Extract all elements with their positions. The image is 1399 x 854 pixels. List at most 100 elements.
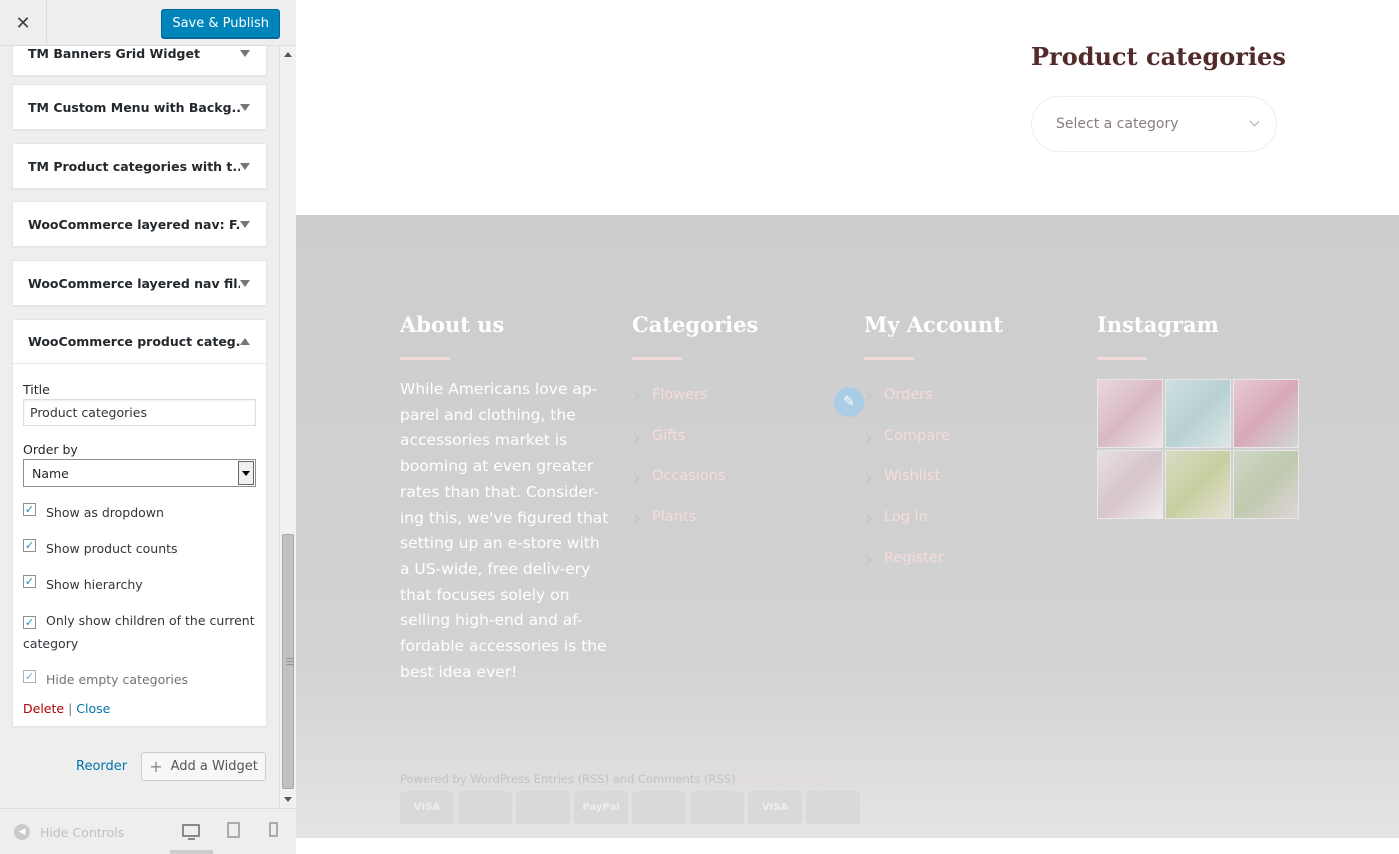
active-device-indicator (170, 850, 213, 854)
category-select[interactable]: Select a category (1031, 96, 1277, 152)
list-item[interactable]: Log In (862, 509, 950, 550)
expand-arrow-icon[interactable] (240, 103, 250, 111)
about-text: While Americans love ap-parel and clothi… (400, 380, 609, 681)
widget-tm-banners-grid[interactable]: TM Banners Grid Widget (12, 46, 267, 76)
maestro-icon (516, 791, 570, 824)
grip-icon: — — — (286, 654, 294, 669)
list-item[interactable]: Flowers (630, 387, 725, 428)
checkbox-label: Show product counts (46, 541, 178, 556)
title-label: Title (23, 382, 50, 397)
title-underline (864, 357, 914, 360)
expand-arrow-icon[interactable] (240, 220, 250, 228)
chevron-right-icon (862, 433, 872, 442)
widget-header[interactable]: WooCommerce product categ... (13, 320, 266, 364)
widget-list: TM Banners Grid Widget TM Custom Menu wi… (0, 46, 279, 808)
title-underline (632, 357, 682, 360)
instagram-image[interactable] (1233, 379, 1299, 448)
customizer-footer: ◀ Hide Controls (0, 808, 296, 854)
category-select-placeholder: Select a category (1056, 116, 1179, 132)
chevron-down-icon (1249, 116, 1260, 127)
widget-header[interactable]: TM Product categories with t... (13, 144, 266, 188)
checkbox-hide-empty[interactable]: ✓ (23, 670, 36, 683)
widget-woo-layered-nav-f[interactable]: WooCommerce layered nav: F... (12, 201, 267, 247)
list-item-label: Flowers (652, 387, 708, 403)
expand-arrow-icon[interactable] (240, 162, 250, 170)
checkbox-row-product-counts: ✓ Show product counts (23, 537, 256, 560)
widget-title: TM Custom Menu with Backg... (28, 99, 240, 115)
instagram-image[interactable] (1165, 450, 1231, 519)
widget-header[interactable]: WooCommerce layered nav fil... (13, 261, 266, 305)
add-widget-button[interactable]: + Add a Widget (141, 752, 266, 781)
widget-woo-product-categories: WooCommerce product categ... Title Order… (12, 319, 267, 727)
widget-title: TM Banners Grid Widget (28, 46, 200, 61)
list-item-label: Wishlist (884, 468, 941, 485)
link-separator: | (68, 701, 73, 716)
instagram-image[interactable] (1097, 450, 1163, 519)
checkbox-show-dropdown[interactable]: ✓ (23, 503, 36, 516)
widget-tm-product-categories[interactable]: TM Product categories with t... (12, 143, 267, 189)
instagram-image[interactable] (1165, 379, 1231, 448)
checkbox-product-counts[interactable]: ✓ (23, 539, 36, 552)
list-item[interactable]: Register (862, 550, 950, 591)
instagram-grid (1097, 379, 1299, 519)
widget-tm-custom-menu[interactable]: TM Custom Menu with Backg... (12, 84, 267, 130)
scroll-up-icon[interactable] (284, 52, 292, 57)
widget-header[interactable]: TM Banners Grid Widget (13, 46, 266, 75)
tablet-preview-icon[interactable] (227, 822, 240, 838)
list-item[interactable]: Gifts (630, 428, 725, 469)
widget-title: WooCommerce layered nav fil... (28, 275, 240, 291)
title-underline (400, 357, 450, 360)
collapse-arrow-icon[interactable] (240, 338, 250, 345)
widget-form: Title Order by Name ✓ Show as dropdown ✓… (13, 364, 266, 726)
hide-controls-button[interactable]: ◀ Hide Controls (14, 824, 124, 840)
orderby-label: Order by (23, 442, 78, 457)
close-link[interactable]: Close (76, 701, 110, 716)
checkbox-row-hide-empty: ✓ Hide empty categories (23, 668, 256, 691)
mobile-preview-icon[interactable] (269, 822, 278, 837)
edit-shortcut-pencil-icon[interactable]: ✎ (834, 387, 864, 417)
about-title: About us (400, 312, 505, 337)
checkbox-label: Hide empty categories (46, 672, 189, 687)
chevron-right-icon (862, 514, 872, 524)
account-list: Orders Compare Wishlist Log In Register (862, 387, 950, 591)
list-item[interactable]: Occasions (630, 468, 726, 509)
checkbox-hierarchy[interactable]: ✓ (23, 575, 36, 588)
site-footer: About us While Americans love ap-parel a… (296, 215, 1399, 838)
list-item-label: Occasions (652, 468, 726, 485)
widget-header[interactable]: WooCommerce layered nav: F... (13, 202, 266, 246)
chevron-down-icon[interactable] (238, 461, 254, 485)
list-item[interactable]: Plants (630, 509, 725, 550)
delete-link[interactable]: Delete (23, 701, 64, 716)
hide-controls-label: Hide Controls (40, 824, 125, 840)
add-widget-label: Add a Widget (170, 759, 258, 774)
scrollbar-thumb[interactable]: — — — (282, 534, 294, 789)
checkbox-label: Show as dropdown (46, 505, 164, 520)
save-publish-button[interactable]: Save & Publish (161, 9, 280, 38)
desktop-preview-icon[interactable] (182, 824, 200, 840)
privacy-policy-link[interactable]: Privacy Policy (746, 772, 824, 786)
reorder-link[interactable]: Reorder (76, 759, 127, 774)
title-input[interactable] (23, 399, 256, 426)
instagram-image[interactable] (1233, 450, 1299, 519)
list-item[interactable]: Wishlist (862, 468, 950, 509)
list-item-label: Log In (884, 509, 928, 526)
list-item[interactable]: Orders (862, 387, 950, 428)
list-item-label: Orders (884, 387, 933, 403)
widget-title: TM Product categories with t... (28, 158, 240, 174)
orderby-select[interactable]: Name (23, 459, 256, 487)
checkbox-only-children[interactable]: ✓ (23, 616, 36, 629)
arrow-left-icon: ◀ (14, 824, 30, 840)
list-item[interactable]: Compare (862, 428, 950, 469)
sidebar-scrollbar[interactable]: — — — (279, 46, 296, 808)
discover-icon (690, 791, 744, 824)
widget-woo-layered-nav-filters[interactable]: WooCommerce layered nav fil... (12, 260, 267, 306)
expand-arrow-icon[interactable] (240, 49, 250, 57)
widget-header[interactable]: TM Custom Menu with Backg... (13, 85, 266, 129)
visa-icon: VISA (400, 791, 454, 824)
instagram-image[interactable] (1097, 379, 1163, 448)
expand-arrow-icon[interactable] (240, 279, 250, 287)
scroll-down-icon[interactable] (284, 797, 292, 802)
chevron-right-icon (630, 514, 640, 524)
chevron-right-icon (862, 392, 872, 402)
close-customizer-button[interactable]: ✕ (0, 0, 47, 46)
